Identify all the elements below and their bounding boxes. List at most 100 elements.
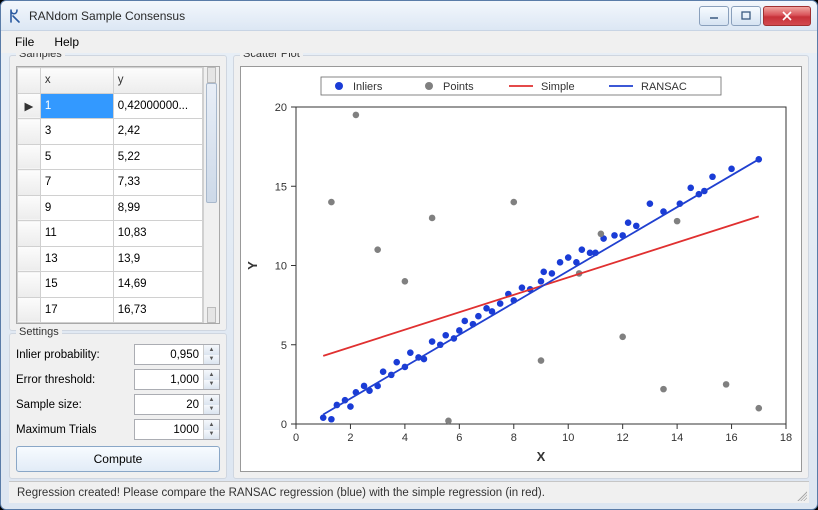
row-header[interactable] <box>18 144 41 170</box>
table-row[interactable]: 1110,83 <box>18 221 203 247</box>
cell-y[interactable]: 10,83 <box>113 221 203 247</box>
compute-button[interactable]: Compute <box>16 446 220 472</box>
menubar: File Help <box>1 31 817 53</box>
svg-text:5: 5 <box>281 340 287 352</box>
spin-down-icon[interactable]: ▼ <box>204 405 219 415</box>
spin-up-icon[interactable]: ▲ <box>204 370 219 380</box>
statusbar: Regression created! Please compare the R… <box>9 481 809 503</box>
row-header[interactable] <box>18 297 41 323</box>
table-row[interactable]: 32,42 <box>18 119 203 145</box>
cell-x[interactable]: 7 <box>40 170 113 196</box>
sample-size-input[interactable]: ▲▼ <box>134 394 220 415</box>
spin-down-icon[interactable]: ▼ <box>204 355 219 365</box>
cell-x[interactable]: 15 <box>40 272 113 298</box>
svg-text:10: 10 <box>562 432 574 444</box>
minimize-button[interactable] <box>699 6 729 26</box>
table-header-row: x y <box>18 68 203 94</box>
status-text: Regression created! Please compare the R… <box>17 487 545 499</box>
cell-x[interactable]: 5 <box>40 144 113 170</box>
col-header-x[interactable]: x <box>40 68 113 94</box>
error-threshold-input[interactable]: ▲▼ <box>134 369 220 390</box>
cell-y[interactable]: 8,99 <box>113 195 203 221</box>
svg-text:Points: Points <box>443 81 474 93</box>
cell-y[interactable]: 14,69 <box>113 272 203 298</box>
cell-x[interactable]: 3 <box>40 119 113 145</box>
table-row[interactable]: ▶10,42000000... <box>18 93 203 119</box>
settings-legend: Settings <box>16 326 62 338</box>
svg-text:12: 12 <box>617 432 629 444</box>
app-window: RANdom Sample Consensus File Help Sample… <box>0 0 818 510</box>
sample-size-field[interactable] <box>135 395 203 414</box>
row-header[interactable] <box>18 272 41 298</box>
cell-y[interactable]: 13,9 <box>113 246 203 272</box>
table-row[interactable]: 1716,73 <box>18 297 203 323</box>
samples-grid[interactable]: x y ▶10,42000000...32,4255,2277,3398,991… <box>16 66 220 324</box>
table-row[interactable]: 1313,9 <box>18 246 203 272</box>
left-column: Samples x y ▶10,42000000...32,4255,2277,… <box>9 55 227 479</box>
window-controls <box>699 6 811 26</box>
window-title: RANdom Sample Consensus <box>29 9 699 23</box>
table-row[interactable]: 77,33 <box>18 170 203 196</box>
max-trials-input[interactable]: ▲▼ <box>134 419 220 440</box>
error-threshold-field[interactable] <box>135 370 203 389</box>
svg-text:2: 2 <box>347 432 353 444</box>
scatter-plot-group: Scatter Plot 02468101214161805101520XYIn… <box>233 55 809 479</box>
svg-text:10: 10 <box>275 261 287 273</box>
app-icon <box>7 8 23 24</box>
row-header[interactable]: ▶ <box>18 93 41 119</box>
cell-x[interactable]: 17 <box>40 297 113 323</box>
scatter-chart: 02468101214161805101520XYInliersPointsSi… <box>241 67 801 471</box>
row-header[interactable] <box>18 246 41 272</box>
cell-x[interactable]: 9 <box>40 195 113 221</box>
cell-x[interactable]: 1 <box>40 93 113 119</box>
col-header-y[interactable]: y <box>113 68 203 94</box>
row-header[interactable] <box>18 170 41 196</box>
cell-x[interactable]: 11 <box>40 221 113 247</box>
scroll-thumb[interactable] <box>206 83 217 203</box>
table-row[interactable]: 1514,69 <box>18 272 203 298</box>
cell-y[interactable]: 5,22 <box>113 144 203 170</box>
sample-size-label: Sample size: <box>16 399 134 411</box>
row-header[interactable] <box>18 221 41 247</box>
table-row[interactable]: 55,22 <box>18 144 203 170</box>
cell-x[interactable]: 13 <box>40 246 113 272</box>
svg-text:14: 14 <box>671 432 683 444</box>
cell-y[interactable]: 2,42 <box>113 119 203 145</box>
svg-text:Inliers: Inliers <box>353 81 383 93</box>
svg-text:4: 4 <box>402 432 408 444</box>
row-header[interactable] <box>18 195 41 221</box>
titlebar[interactable]: RANdom Sample Consensus <box>1 1 817 31</box>
svg-text:0: 0 <box>281 419 287 431</box>
cell-y[interactable]: 0,42000000... <box>113 93 203 119</box>
error-threshold-label: Error threshold: <box>16 374 134 386</box>
max-trials-label: Maximum Trials <box>16 424 134 436</box>
close-button[interactable] <box>763 6 811 26</box>
inlier-prob-input[interactable]: ▲▼ <box>134 344 220 365</box>
table-row[interactable]: 98,99 <box>18 195 203 221</box>
content-area: Samples x y ▶10,42000000...32,4255,2277,… <box>1 53 817 481</box>
menu-file[interactable]: File <box>7 33 42 51</box>
svg-text:18: 18 <box>780 432 792 444</box>
menu-help[interactable]: Help <box>46 33 87 51</box>
spin-up-icon[interactable]: ▲ <box>204 395 219 405</box>
cell-y[interactable]: 16,73 <box>113 297 203 323</box>
svg-text:6: 6 <box>456 432 462 444</box>
spin-up-icon[interactable]: ▲ <box>204 345 219 355</box>
inlier-prob-field[interactable] <box>135 345 203 364</box>
max-trials-field[interactable] <box>135 420 203 439</box>
grid-scrollbar[interactable] <box>203 67 219 323</box>
row-header[interactable] <box>18 119 41 145</box>
svg-text:X: X <box>537 449 546 464</box>
spin-down-icon[interactable]: ▼ <box>204 380 219 390</box>
maximize-button[interactable] <box>731 6 761 26</box>
svg-text:20: 20 <box>275 102 287 114</box>
plot-area: 02468101214161805101520XYInliersPointsSi… <box>240 66 802 472</box>
spin-down-icon[interactable]: ▼ <box>204 430 219 440</box>
cell-y[interactable]: 7,33 <box>113 170 203 196</box>
resize-grip-icon[interactable] <box>795 489 807 501</box>
svg-text:8: 8 <box>511 432 517 444</box>
plot-legend: Scatter Plot <box>240 53 303 60</box>
spin-up-icon[interactable]: ▲ <box>204 420 219 430</box>
settings-group: Settings Inlier probability: ▲▼ Error th… <box>9 333 227 479</box>
svg-text:RANSAC: RANSAC <box>641 81 687 93</box>
